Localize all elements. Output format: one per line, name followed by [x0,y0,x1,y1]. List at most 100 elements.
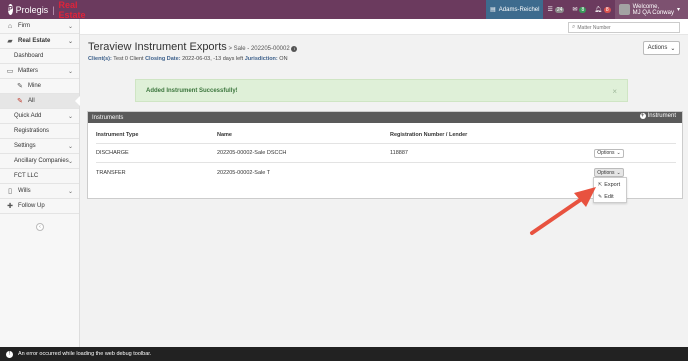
top-navbar: P Prolegis | Real Estate ▤ Adams-Reichel… [0,0,688,20]
clients-label: Client(s): [88,56,112,62]
closing-date-value: 2022-06-03, -13 days left [182,56,244,62]
info-icon[interactable]: i [291,46,298,52]
close-icon[interactable]: × [612,87,617,96]
sidebar-item-ancillary-companies[interactable]: Ancillary Companies ⌄ [0,154,79,169]
table-header-row: Instrument Type Name Registration Number… [96,127,676,144]
building-icon: ⌂ [7,22,13,30]
messages-button[interactable]: ✉ 8 [568,0,590,19]
pencil-icon: ✎ [17,98,23,105]
sidebar-item-all[interactable]: ✎ All [0,94,80,109]
page-title-row: Teraview Instrument Exports > Sale - 202… [88,41,298,53]
menu-item-label: Edit [604,193,614,200]
table-row: TRANSFER 202205-00002-Sale T Options ⌄ [96,163,676,182]
sidebar: ⌂ Firm ⌄ ▰ Real Estate ⌄ Dashboard ▭ Mat… [0,19,80,347]
sidebar-item-label: Settings [14,143,36,149]
envelope-icon: ✉ [572,7,578,13]
search-icon: ⌕ [572,24,576,30]
instruments-table: Instrument Type Name Registration Number… [96,127,676,182]
sidebar-item-quick-add[interactable]: Quick Add ⌄ [0,109,79,124]
brand-product: Real Estate [58,0,86,20]
instrument-name-cell: 202205-00002-Sale DSCCH [217,150,287,156]
menu-item-label: Export [604,181,621,188]
chevron-down-icon: ⌄ [67,23,73,30]
sidebar-item-label: Matters [18,68,39,74]
chevron-down-icon: ⌄ [67,143,73,150]
folder-icon: ▭ [6,68,14,75]
column-header: Instrument Type [96,132,139,138]
chevron-down-icon: ⌄ [616,150,621,156]
debug-toolbar-message: An error occurred while loading the web … [18,351,152,357]
sidebar-item-label: Wills [18,188,31,194]
sidebar-item-fct-llc[interactable]: FCT LLC [0,169,79,184]
chevron-down-icon: ⌄ [67,38,73,45]
tasks-count-badge: 24 [554,6,565,13]
sidebar-item-label: Ancillary Companies [14,158,69,164]
sidebar-item-real-estate[interactable]: ▰ Real Estate ⌄ [0,34,79,49]
sidebar-item-matters[interactable]: ▭ Matters ⌄ [0,64,79,79]
brand[interactable]: P Prolegis | Real Estate [0,0,86,20]
sidebar-item-label: Follow Up [18,203,45,209]
menu-item-edit[interactable]: ✎ Edit [594,191,626,202]
caret-down-icon: ▾ [676,6,680,13]
messages-count-badge: 8 [579,6,587,13]
matter-search-input[interactable] [577,24,678,31]
sidebar-item-label: Mine [28,83,42,89]
menu-item-export[interactable]: ⇱ Export [594,179,626,190]
chevron-left-icon: ‹ [39,224,41,230]
plus-circle-icon: + [639,113,646,119]
sidebar-item-firm[interactable]: ⌂ Firm ⌄ [0,19,79,34]
registration-number-cell: 118887 [390,150,408,156]
options-dropdown-menu: ⇱ Export ✎ Edit [593,177,627,203]
sidebar-item-follow-up[interactable]: ✚ Follow Up [0,199,79,214]
search-row: ⌕ [80,19,688,35]
sidebar-item-label: Quick Add [14,113,42,119]
sidebar-item-label: FCT LLC [14,173,39,179]
closing-date-label: Closing Date: [145,56,181,62]
sidebar-item-dashboard[interactable]: Dashboard [0,49,79,64]
sidebar-item-label: Firm [18,23,30,29]
chevron-down-icon: ⌄ [67,113,73,120]
options-button[interactable]: Options ⌄ [594,168,624,177]
sidebar-item-settings[interactable]: Settings ⌄ [0,139,79,154]
sidebar-item-wills[interactable]: ▯ Wills ⌄ [0,184,79,199]
add-instrument-button[interactable]: + Instrument [639,113,676,119]
bell-icon: 🔔︎ [594,7,602,13]
avatar [618,4,630,15]
top-right-controls: ▤ Adams-Reichel ☰ 24 ✉ 8 🔔︎ 8 Welcome, M… [486,0,688,19]
user-menu[interactable]: Welcome, MJ QA Conway ▾ [614,0,688,19]
table-row: DISCHARGE 202205-00002-Sale DSCCH 118887… [96,144,676,163]
jurisdiction-value: ON [279,56,288,62]
alert-message: Added Instrument Successfully! [146,87,238,94]
brand-separator: | [52,4,55,15]
sidebar-item-label: Registrations [14,128,50,134]
home-icon: ▰ [7,38,13,45]
matter-meta: Client(s): Test 0 Client Closing Date: 2… [88,56,288,62]
chevron-down-icon: ⌄ [67,158,73,165]
sidebar-item-mine[interactable]: ✎ Mine [0,79,79,94]
sidebar-item-registrations[interactable]: Registrations [0,124,79,139]
brand-logo-icon: P [8,4,13,15]
office-selector[interactable]: ▤ Adams-Reichel [486,0,544,19]
panel-header: Instruments + Instrument [88,112,682,123]
success-alert: Added Instrument Successfully! × [135,79,628,102]
collapse-sidebar-button[interactable]: ‹ [36,223,44,231]
column-header: Registration Number / Lender [390,132,468,138]
actions-label: Actions [647,45,668,51]
sidebar-item-label: All [28,98,35,104]
list-icon: ☰ [547,7,553,13]
add-instrument-label: Instrument [647,113,676,119]
pencil-icon: ✎ [598,193,603,200]
actions-button[interactable]: Actions ⌄ [643,41,680,55]
options-label: Options [597,169,615,176]
page-subtitle: > Sale - 202205-00002 [228,46,290,52]
panel-title: Instruments [92,114,124,121]
options-button[interactable]: Options ⌄ [594,148,624,158]
notifications-button[interactable]: 🔔︎ 8 [590,0,614,19]
instrument-type-cell: TRANSFER [96,169,126,176]
tasks-button[interactable]: ☰ 24 [543,0,568,19]
notifications-count-badge: 8 [603,6,611,13]
page-title: Teraview Instrument Exports [88,41,227,53]
sidebar-item-label: Dashboard [14,53,44,59]
options-label: Options [597,150,615,156]
user-name: MJ QA Conway [632,9,674,16]
